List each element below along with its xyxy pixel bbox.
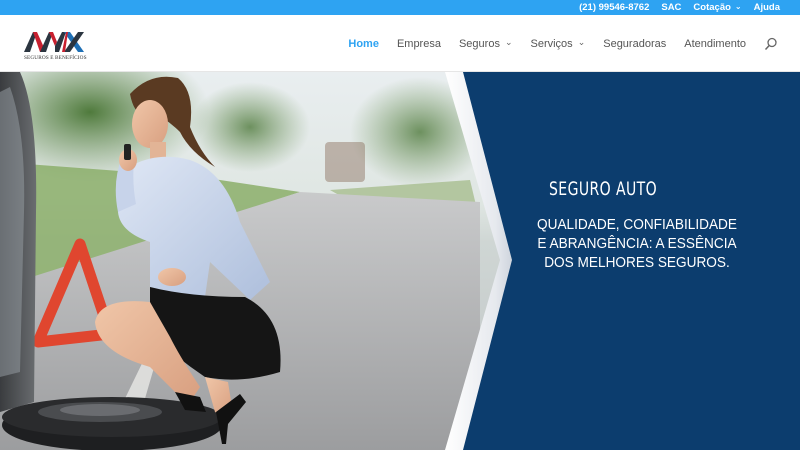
chevron-down-icon: ⌄ (504, 37, 513, 47)
cotacao-menu[interactable]: Cotação ⌄ (693, 2, 741, 13)
chevron-down-icon: ⌄ (577, 37, 586, 47)
nav-seguros[interactable]: Seguros ⌄ (458, 37, 513, 50)
nav-seguradoras[interactable]: Seguradoras (603, 38, 666, 50)
ajuda-link[interactable]: Ajuda (754, 2, 780, 13)
logo[interactable]: SEGUROS E BENEFÍCIOS (24, 28, 88, 64)
logo-mark (24, 32, 84, 52)
hero-slider[interactable]: SEGURO AUTO QUALIDADE, CONFIABILIDADE E … (0, 72, 800, 450)
hero-tagline-line: DOS MELHORES SEGUROS. (544, 255, 730, 271)
main-nav: Home Empresa Seguros ⌄ Serviços ⌄ Segura… (330, 15, 778, 72)
logo-subtitle: SEGUROS E BENEFÍCIOS (24, 55, 87, 61)
sac-link[interactable]: SAC (661, 2, 681, 13)
nav-atendimento[interactable]: Atendimento (684, 38, 746, 50)
phone-number[interactable]: (21) 99546-8762 (579, 2, 649, 13)
top-bar: (21) 99546-8762 SAC Cotação ⌄ Ajuda (0, 0, 800, 15)
hero-tagline-line: QUALIDADE, CONFIABILIDADE (537, 217, 737, 233)
search-icon[interactable] (764, 37, 778, 51)
nav-seguros-label: Seguros (458, 37, 500, 50)
hero-title: SEGURO AUTO (549, 178, 658, 200)
nav-servicos[interactable]: Serviços ⌄ (530, 37, 586, 50)
cotacao-label: Cotação (693, 2, 731, 13)
site-header: SEGUROS E BENEFÍCIOS Home Empresa Seguro… (0, 15, 800, 72)
nav-home[interactable]: Home (348, 38, 379, 50)
nav-empresa[interactable]: Empresa (397, 38, 441, 50)
hero-tagline-line: E ABRANGÊNCIA: A ESSÊNCIA (537, 236, 737, 252)
hero-tagline: QUALIDADE, CONFIABILIDADE E ABRANGÊNCIA:… (534, 216, 741, 273)
chevron-down-icon: ⌄ (734, 2, 742, 11)
nav-servicos-label: Serviços (530, 37, 573, 50)
